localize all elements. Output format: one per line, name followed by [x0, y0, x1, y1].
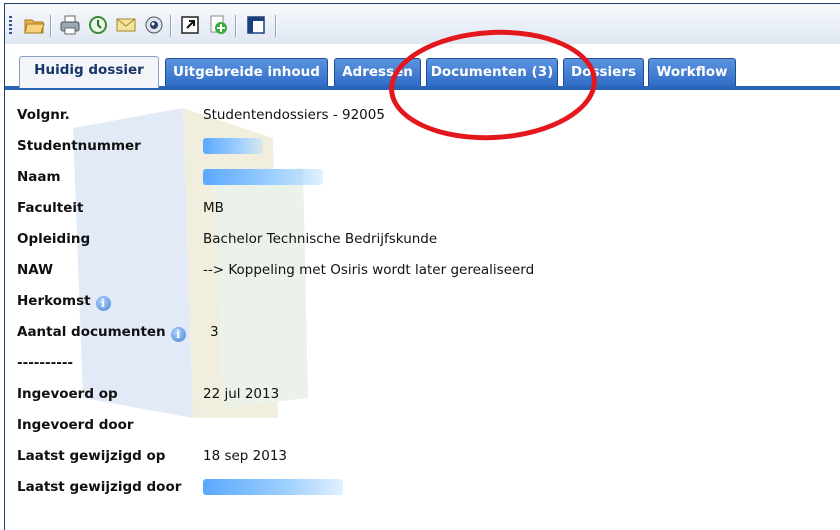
dossier-details: Volgnr. Studentendossiers - 92005 Studen…: [5, 90, 840, 530]
divider-text: ----------: [17, 355, 74, 371]
field-row: Laatst gewijzigd door: [17, 479, 817, 501]
tab-workflow[interactable]: Workflow: [648, 58, 736, 86]
preview-icon[interactable]: [143, 14, 165, 36]
field-label: NAW: [17, 262, 54, 278]
redacted-value: [203, 169, 323, 185]
field-row: Studentnummer: [17, 138, 817, 160]
tab-documenten[interactable]: Documenten (3): [426, 58, 558, 86]
open-external-icon[interactable]: [179, 14, 201, 36]
field-value: MB: [203, 200, 224, 216]
folder-open-icon[interactable]: [23, 14, 45, 36]
print-icon[interactable]: [59, 14, 81, 36]
tab-uitgebreide-inhoud[interactable]: Uitgebreide inhoud: [165, 58, 328, 86]
field-label-with-info: Aantal documenten i: [17, 324, 186, 342]
info-icon[interactable]: i: [170, 327, 186, 342]
field-value: 3: [210, 324, 219, 340]
field-row: Ingevoerd door: [17, 417, 817, 439]
field-value: [203, 169, 323, 186]
field-row: Ingevoerd op 22 jul 2013: [17, 386, 817, 408]
field-value: 22 jul 2013: [203, 386, 280, 402]
tab-dossiers[interactable]: Dossiers: [563, 58, 644, 86]
toolbar-separator: [170, 15, 172, 37]
field-row: NAW --> Koppeling met Osiris wordt later…: [17, 262, 817, 284]
toolbar: [5, 4, 840, 45]
field-value: 18 sep 2013: [203, 448, 288, 464]
add-document-icon[interactable]: [207, 14, 229, 36]
field-label: Faculteit: [17, 200, 84, 216]
field-label: Ingevoerd door: [17, 417, 134, 433]
field-row: Laatst gewijzigd op 18 sep 2013: [17, 448, 817, 470]
field-row: Volgnr. Studentendossiers - 92005: [17, 107, 817, 129]
redacted-value: [203, 479, 343, 495]
field-value: Bachelor Technische Bedrijfskunde: [203, 231, 438, 247]
info-icon[interactable]: i: [95, 296, 111, 311]
field-row: Herkomst i: [17, 293, 817, 315]
field-value: [203, 138, 263, 155]
field-row: Naam: [17, 169, 817, 191]
toolbar-grip[interactable]: [9, 16, 12, 34]
field-row: Opleiding Bachelor Technische Bedrijfsku…: [17, 231, 817, 253]
field-label: Studentnummer: [17, 138, 141, 154]
history-icon[interactable]: [87, 14, 109, 36]
field-label: Laatst gewijzigd door: [17, 479, 182, 495]
app-window: Huidig dossier Uitgebreide inhoud Adress…: [4, 3, 840, 530]
field-value: Studentendossiers - 92005: [203, 107, 385, 123]
field-label: Volgnr.: [17, 107, 70, 123]
tab-adressen[interactable]: Adressen: [334, 58, 421, 86]
layout-icon[interactable]: [245, 14, 267, 36]
field-value: [203, 479, 343, 496]
field-label: Laatst gewijzigd op: [17, 448, 166, 464]
field-row: Faculteit MB: [17, 200, 817, 222]
tab-huidig-dossier[interactable]: Huidig dossier: [19, 56, 159, 88]
field-label: Ingevoerd op: [17, 386, 118, 402]
toolbar-separator: [235, 15, 237, 37]
field-label: Naam: [17, 169, 61, 185]
mail-icon[interactable]: [115, 14, 137, 36]
field-value: --> Koppeling met Osiris wordt later ger…: [203, 262, 535, 278]
field-row: Aantal documenten i 3: [17, 324, 817, 346]
field-row: ----------: [17, 355, 817, 377]
field-label: Aantal documenten: [17, 324, 166, 340]
toolbar-separator: [50, 15, 52, 37]
toolbar-separator: [275, 15, 277, 37]
redacted-value: [203, 138, 263, 154]
field-label: Herkomst: [17, 293, 91, 309]
field-label: Opleiding: [17, 231, 91, 247]
field-label-with-info: Herkomst i: [17, 293, 111, 311]
